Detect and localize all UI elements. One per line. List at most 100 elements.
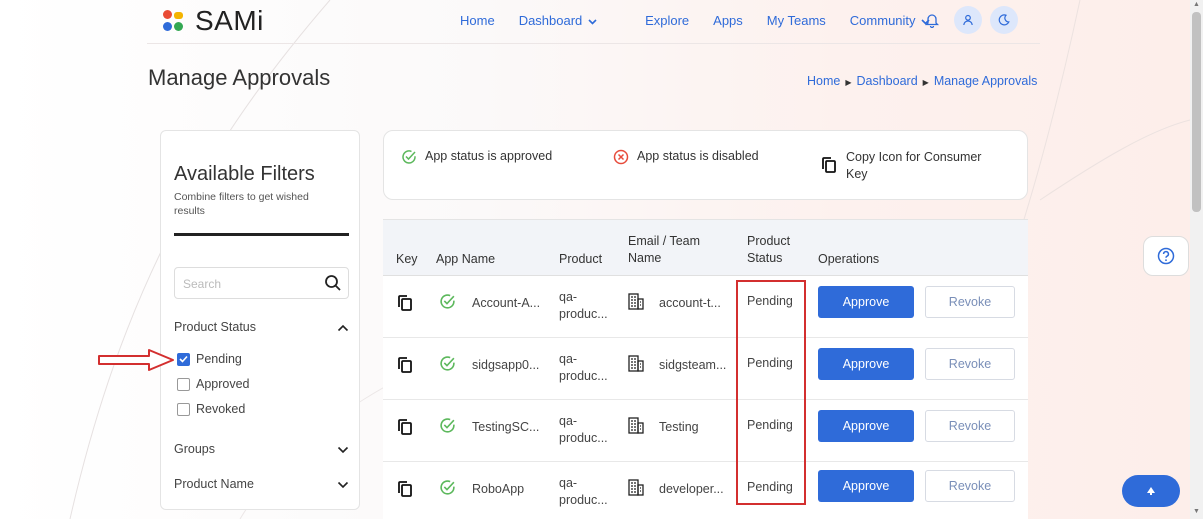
copy-icon[interactable]	[396, 479, 414, 499]
chevron-down-icon	[585, 17, 597, 28]
check-circle-icon	[440, 294, 455, 309]
legend-approved: App status is approved	[401, 149, 552, 165]
breadcrumb: Home ▶ Dashboard ▶ Manage Approvals	[807, 74, 1037, 88]
chevron-up-icon[interactable]	[337, 324, 349, 332]
header-app-name: App Name	[436, 252, 496, 266]
approve-button[interactable]: Approve	[818, 410, 914, 442]
breadcrumb-home[interactable]: Home	[807, 74, 840, 88]
filter-groups[interactable]: Groups	[174, 442, 349, 456]
scroll-up-icon[interactable]: ▲	[1193, 1, 1200, 8]
building-icon	[628, 479, 644, 496]
table-row: Account-A... qa-produc... account-t... P…	[383, 276, 1028, 338]
checkbox-checked[interactable]	[177, 352, 190, 366]
caret-right-icon: ▶	[845, 78, 852, 87]
legend-approved-label: App status is approved	[425, 149, 553, 163]
checkbox[interactable]	[177, 402, 190, 416]
copy-icon	[822, 157, 836, 173]
filters-title: Available Filters	[174, 163, 315, 185]
check-circle-icon	[440, 418, 455, 433]
question-circle-icon	[1157, 247, 1175, 265]
scroll-to-top-button[interactable]	[1122, 475, 1180, 507]
nav-explore[interactable]: Explore	[645, 13, 689, 28]
approve-button[interactable]: Approve	[818, 470, 914, 502]
status-legend: App status is approved App status is dis…	[383, 130, 1028, 200]
check-circle-icon	[440, 480, 455, 495]
annotation-arrow-icon	[98, 349, 174, 371]
chevron-down-icon[interactable]	[337, 446, 349, 454]
approve-button[interactable]: Approve	[818, 286, 914, 318]
copy-icon[interactable]	[396, 417, 414, 437]
moon-icon[interactable]	[990, 6, 1018, 34]
legend-copy-label: Copy Icon for Consumer Key	[846, 150, 982, 181]
table-row: sidgsapp0... qa-produc... sidgsteam... P…	[383, 338, 1028, 400]
filters-panel: Available Filters Combine filters to get…	[160, 130, 360, 510]
header-divider	[147, 43, 1040, 44]
user-icon[interactable]	[954, 6, 982, 34]
revoke-button[interactable]: Revoke	[925, 348, 1015, 380]
product-status-label: Product Status	[174, 320, 256, 334]
filter-search-input[interactable]: Search	[174, 267, 349, 299]
team-name: account-t...	[659, 296, 721, 310]
revoke-button[interactable]: Revoke	[925, 410, 1015, 442]
option-label: Pending	[196, 352, 242, 366]
status-highlight-box	[736, 280, 806, 505]
legend-disabled-label: App status is disabled	[637, 149, 759, 163]
brand-logo[interactable]: SAMi	[163, 4, 264, 38]
breadcrumb-current[interactable]: Manage Approvals	[934, 74, 1038, 88]
table-row: RoboApp qa-produc... developer... Pendin…	[383, 462, 1028, 519]
help-button[interactable]	[1143, 236, 1189, 276]
option-label: Approved	[196, 377, 250, 391]
header-actions	[918, 6, 1018, 34]
filters-subtitle: Combine filters to get wished results	[174, 191, 309, 217]
option-label: Revoked	[196, 402, 246, 416]
main-nav: Home Dashboard Explore Apps My Teams Com…	[460, 10, 978, 30]
app-name: RoboApp	[472, 482, 525, 496]
check-circle-icon	[440, 356, 455, 371]
revoke-button[interactable]: Revoke	[925, 470, 1015, 502]
scrollbar-thumb[interactable]	[1192, 12, 1201, 212]
header-operations: Operations	[818, 252, 880, 266]
sami-logo-icon	[163, 10, 185, 32]
copy-icon[interactable]	[396, 293, 414, 313]
header-status: Product Status	[747, 234, 791, 265]
nav-my-teams[interactable]: My Teams	[767, 13, 826, 28]
product-name: qa-produc...	[559, 476, 608, 507]
nav-dashboard[interactable]: Dashboard	[519, 13, 621, 28]
revoke-button[interactable]: Revoke	[925, 286, 1015, 318]
brand-name: SAMi	[195, 5, 264, 36]
approve-button[interactable]: Approve	[818, 348, 914, 380]
team-name: sidgsteam...	[659, 358, 727, 372]
nav-dashboard-label: Dashboard	[518, 12, 583, 28]
filter-product-name[interactable]: Product Name	[174, 477, 349, 491]
checkbox[interactable]	[177, 377, 190, 391]
filters-divider	[174, 233, 349, 236]
breadcrumb-dashboard[interactable]: Dashboard	[857, 74, 918, 88]
filter-option-pending[interactable]: Pending	[177, 352, 242, 366]
check-circle-icon	[402, 150, 416, 164]
page-scrollbar[interactable]: ▲ ▼	[1190, 0, 1203, 519]
copy-icon[interactable]	[396, 355, 414, 375]
scroll-down-icon[interactable]: ▼	[1193, 508, 1200, 515]
caret-right-icon: ▶	[922, 78, 929, 87]
filter-option-approved[interactable]: Approved	[177, 377, 250, 391]
product-name: qa-produc...	[559, 352, 608, 383]
search-icon[interactable]	[324, 274, 342, 292]
arrow-up-icon	[1147, 487, 1155, 495]
bell-icon[interactable]	[918, 6, 946, 34]
nav-home[interactable]: Home	[460, 13, 495, 28]
building-icon	[628, 355, 644, 372]
product-name: qa-produc...	[559, 290, 608, 321]
building-icon	[628, 293, 644, 310]
team-name: developer...	[659, 482, 724, 496]
header-key: Key	[396, 252, 418, 266]
legend-copy: Copy Icon for Consumer Key	[820, 149, 1000, 183]
filter-product-status[interactable]: Product Status	[174, 320, 349, 334]
header-product: Product	[559, 252, 603, 266]
team-name: Testing	[659, 420, 699, 434]
chevron-down-icon[interactable]	[337, 481, 349, 489]
search-placeholder: Search	[183, 277, 222, 291]
filter-option-revoked[interactable]: Revoked	[177, 402, 245, 416]
product-name-label: Product Name	[174, 477, 254, 491]
app-name: sidgsapp0...	[472, 358, 540, 372]
nav-apps[interactable]: Apps	[713, 13, 743, 28]
